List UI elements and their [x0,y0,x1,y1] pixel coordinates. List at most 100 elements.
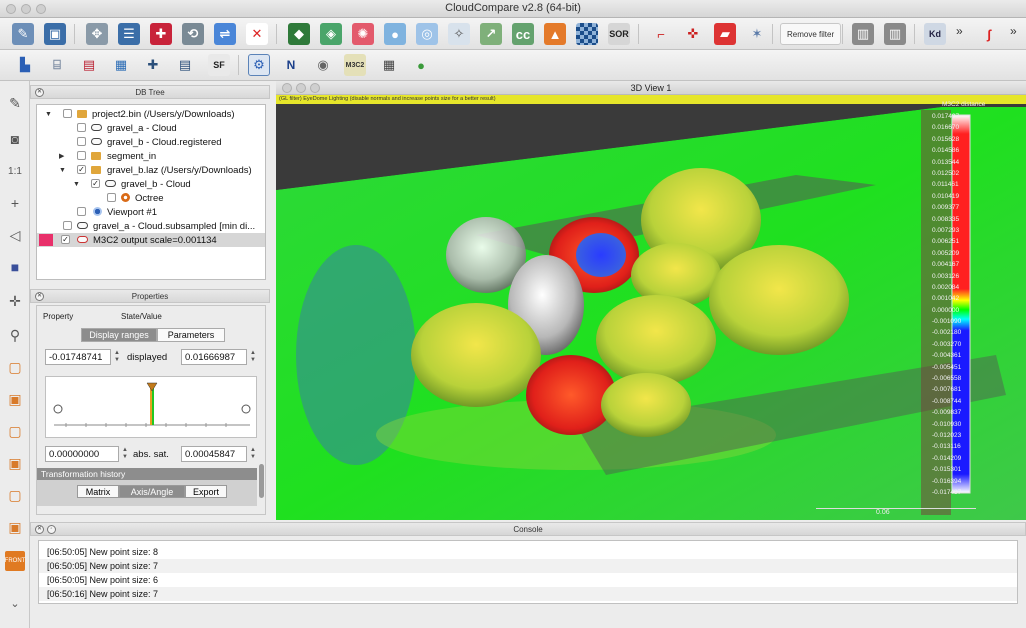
scrollbar[interactable] [259,464,264,498]
camera-icon[interactable]: ◉ [312,54,334,76]
spin-arrows-icon[interactable]: ▲ ▼ [249,350,257,364]
sf-arith-icon[interactable]: ▤ [174,54,196,76]
save-icon[interactable]: ▣ [44,23,66,45]
checkbox[interactable] [77,137,86,146]
chevron-down-icon[interactable]: ⌄ [5,593,25,613]
tab-display-ranges[interactable]: Display ranges [81,328,157,342]
toolbar-overflow-button-2[interactable]: » [1010,24,1017,38]
histogram-bars-icon[interactable]: ▙ [14,54,36,76]
dot-icon[interactable]: ⌐ [650,23,672,45]
plant-icon[interactable]: ● [410,54,432,76]
pencil-icon[interactable]: ✎ [5,93,25,113]
smooth-icon[interactable]: ◎ [416,23,438,45]
sample-icon[interactable]: ⇌ [214,23,236,45]
expand-arrow-icon[interactable]: ▼ [45,111,52,118]
sf-icon[interactable]: SF [208,54,230,76]
normal-vector-icon[interactable]: N [280,54,302,76]
spin-arrows-icon[interactable]: ▲ ▼ [113,350,121,364]
expand-arrow-icon[interactable]: ▶ [59,152,64,160]
histogram[interactable] [45,376,257,438]
rotate-icon[interactable]: ⟲ [182,23,204,45]
zoom-view-button[interactable] [310,83,320,93]
gear-icon[interactable]: ⚙ [248,54,270,76]
camera-icon[interactable]: ◙ [5,129,25,149]
normals-icon[interactable]: ✧ [448,23,470,45]
noise-icon[interactable]: ✺ [352,23,374,45]
checkbox[interactable]: ✓ [91,179,100,188]
magnifier-icon[interactable]: ⚲ [5,325,25,345]
back-view-icon[interactable]: ▣ [5,453,25,473]
add-sf-icon[interactable]: ✚ [142,54,164,76]
remove-filter-button[interactable]: Remove filter [780,23,842,45]
top-view-icon[interactable]: ▢ [5,357,25,377]
toolbar-overflow-button[interactable]: » [956,24,963,38]
tab-parameters[interactable]: Parameters [157,328,225,342]
left-view-icon[interactable]: ▢ [5,421,25,441]
console-log[interactable]: [06:50:05] New point size: 8 [06:50:05] … [38,540,1018,604]
filter-icon[interactable]: ◈ [320,23,342,45]
checkbox[interactable] [77,123,86,132]
max-slider-handle[interactable] [241,404,251,414]
float-icon[interactable]: ◦ [47,525,56,534]
label-icon[interactable]: ʃ [978,23,1000,45]
normals-icon-2[interactable]: ↗ [480,23,502,45]
sor-icon[interactable]: SOR [608,23,630,45]
display-min-field[interactable]: -0.01748741 [45,349,111,365]
kd-icon[interactable]: Kd [924,23,946,45]
pattern-icon[interactable]: ▦ [378,54,400,76]
histogram-marker-icon[interactable] [146,382,158,392]
export-button[interactable]: Export [185,485,227,498]
front-view-icon[interactable]: ▣ [5,389,25,409]
fire-icon[interactable]: ▲ [544,23,566,45]
sat-max-field[interactable]: 0.00045847 [181,446,247,462]
expand-arrow-icon[interactable]: ▼ [59,167,66,174]
sat-min-field[interactable]: 0.00000000 [45,446,119,462]
segment-icon[interactable]: ▰ [714,23,736,45]
3d-viewport[interactable]: (GL filter) EyeDome Lighting (disable no… [276,95,1026,520]
checkbox[interactable] [63,221,72,230]
list-icon[interactable]: ☰ [118,23,140,45]
front-cube-icon[interactable]: FRONT [5,551,25,571]
close-icon[interactable]: ✕ [35,525,44,534]
delete-icon[interactable]: ✕ [246,23,268,45]
checker-icon[interactable] [576,23,598,45]
spin-arrows-icon[interactable]: ▲ ▼ [121,447,129,461]
close-icon[interactable]: ✕ [35,88,44,97]
star-icon[interactable]: ✶ [746,23,768,45]
checkbox[interactable] [107,193,116,202]
minimize-view-button[interactable] [296,83,306,93]
bottom-view-icon[interactable]: ▣ [5,517,25,537]
expand-arrow-icon[interactable]: ▼ [73,181,80,188]
min-slider-handle[interactable] [53,404,63,414]
spin-arrows-icon[interactable]: ▲ ▼ [249,447,257,461]
translate-icon[interactable]: ✚ [150,23,172,45]
close-view-button[interactable] [282,83,292,93]
open-icon[interactable]: ✎ [12,23,34,45]
gradient-icon[interactable]: ▤ [78,54,100,76]
tree-item-selected[interactable]: ✓ M3C2 output scale=0.001134 [37,233,265,247]
close-icon[interactable]: ✕ [35,292,44,301]
point-picking-icon[interactable]: ✥ [86,23,108,45]
pivot-icon[interactable]: ✛ [5,291,25,311]
zoom-1to1-icon[interactable]: 1:1 [5,161,25,181]
cc-icon[interactable]: cc [512,23,534,45]
chart-icon[interactable]: ⌸ [46,54,68,76]
checkbox[interactable] [63,109,72,118]
checkbox[interactable] [77,207,86,216]
perspective-icon[interactable]: ◁ [5,225,25,245]
checkbox[interactable]: ✓ [77,165,86,174]
histogram-icon-2[interactable]: ▥ [884,23,906,45]
histogram-icon[interactable]: ▥ [852,23,874,45]
cube-icon[interactable]: ■ [5,257,25,277]
section-icon[interactable]: ✜ [682,23,704,45]
checkbox[interactable]: ✓ [61,235,70,244]
matrix-button[interactable]: Matrix [77,485,119,498]
right-view-icon[interactable]: ▢ [5,485,25,505]
m3c2-icon[interactable]: M3C2 [344,54,366,76]
colorscale-icon[interactable]: ▦ [110,54,132,76]
plus-icon[interactable]: + [5,193,25,213]
display-max-field[interactable]: 0.01666987 [181,349,247,365]
sphere-icon[interactable]: ● [384,23,406,45]
axis-angle-button[interactable]: Axis/Angle [119,485,185,498]
merge-icon[interactable]: ◆ [288,23,310,45]
